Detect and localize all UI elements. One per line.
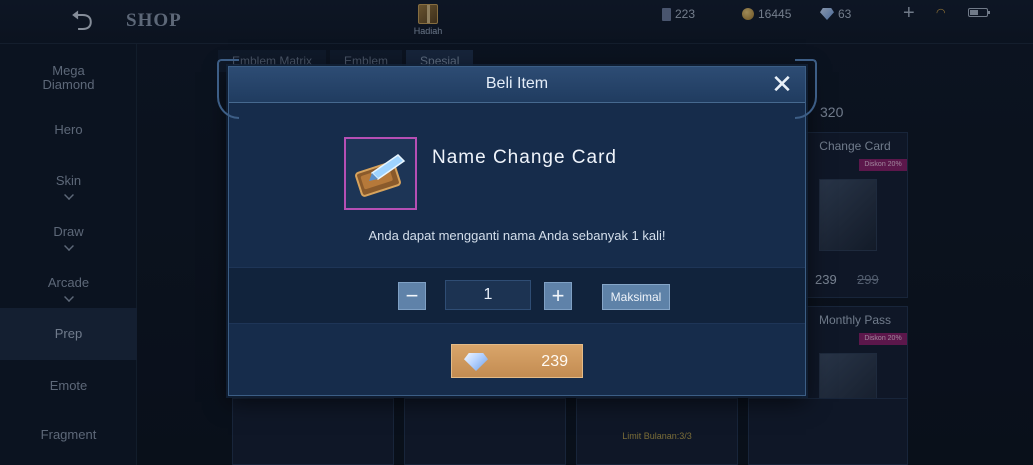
max-quantity-button[interactable]: Maksimal <box>602 284 670 310</box>
item-name: Name Change Card <box>432 147 617 168</box>
increase-quantity-button[interactable]: + <box>544 282 572 310</box>
quantity-input[interactable] <box>445 280 531 310</box>
item-image <box>344 137 417 210</box>
buy-button[interactable]: 239 <box>451 344 583 378</box>
buy-price: 239 <box>541 353 568 370</box>
name-change-card-icon <box>355 154 406 197</box>
dialog-header: Beli Item ✕ <box>229 67 805 103</box>
item-description: Anda dapat mengganti nama Anda sebanyak … <box>368 228 666 243</box>
quantity-selector: − + Maksimal <box>229 267 805 324</box>
close-icon[interactable]: ✕ <box>767 69 797 99</box>
dialog-title: Beli Item <box>485 75 549 92</box>
decrease-quantity-button[interactable]: − <box>398 282 426 310</box>
buy-item-dialog: Beli Item ✕ Name Change Card Anda dapat … <box>217 59 817 396</box>
diamond-icon <box>464 353 488 371</box>
